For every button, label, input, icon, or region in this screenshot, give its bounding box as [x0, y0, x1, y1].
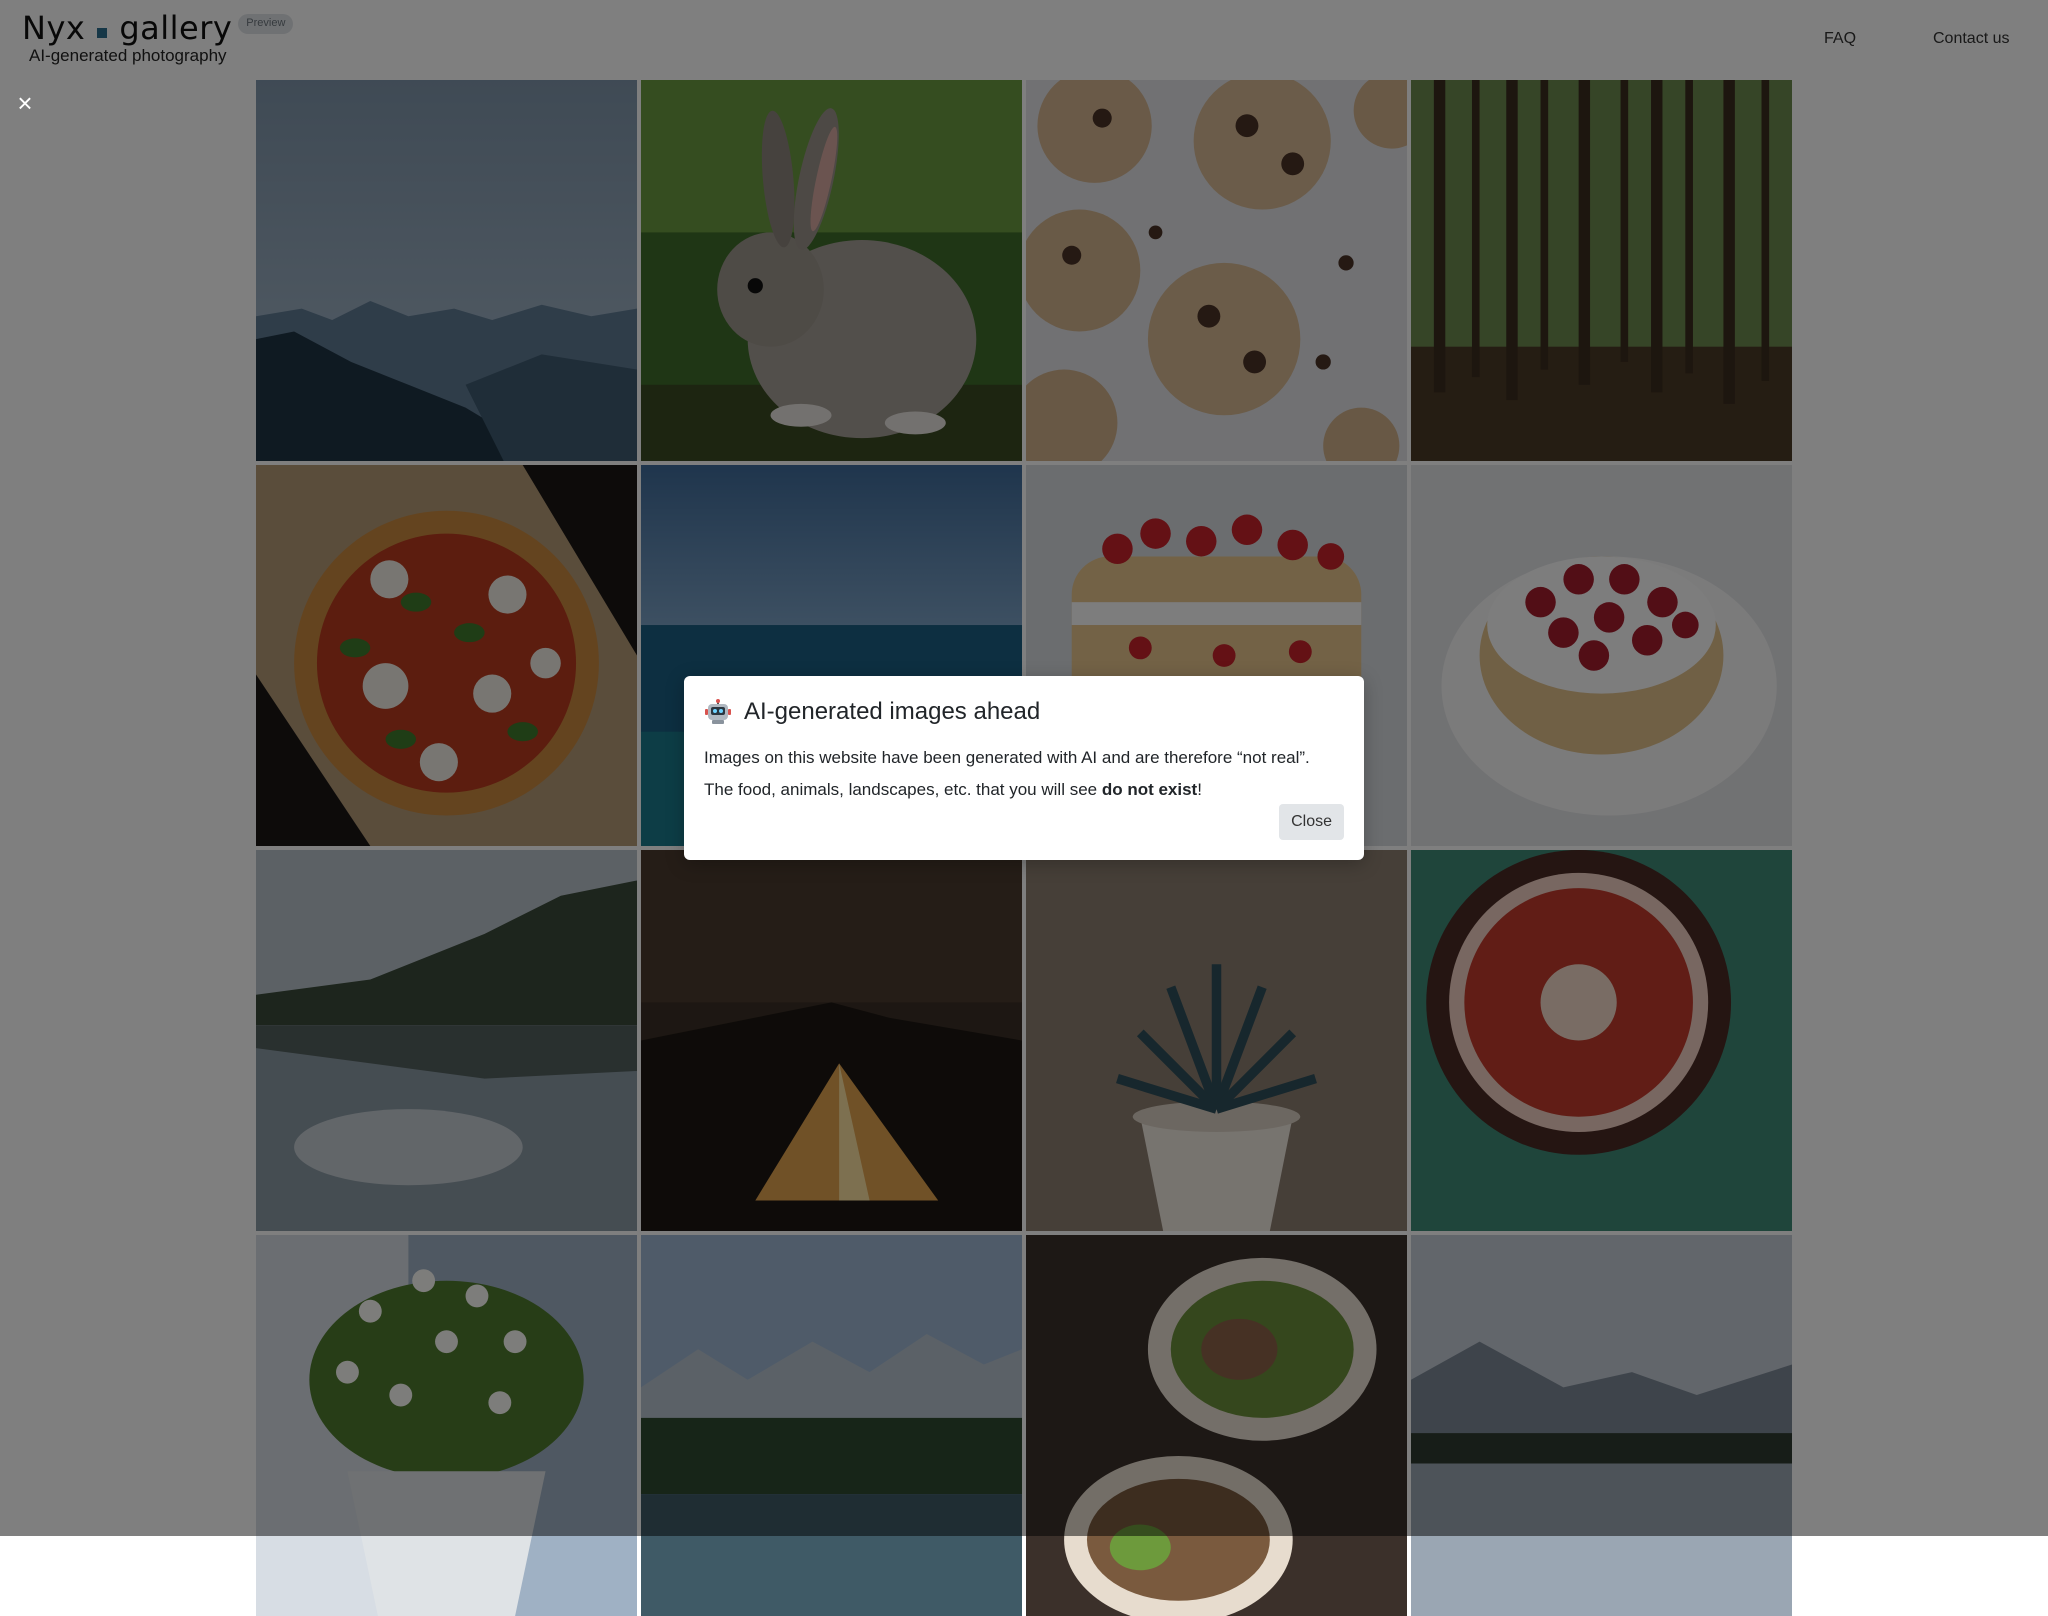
modal-body-line2-suffix: !: [1197, 780, 1202, 799]
robot-icon: [705, 699, 731, 724]
close-icon[interactable]: ×: [12, 90, 38, 116]
modal-title-text: AI-generated images ahead: [744, 698, 1041, 725]
close-button[interactable]: Close: [1279, 804, 1344, 840]
ai-warning-modal: AI-generated images ahead Images on this…: [684, 676, 1364, 860]
modal-title: AI-generated images ahead: [704, 698, 1040, 726]
modal-body: Images on this website have been generat…: [704, 742, 1354, 806]
modal-body-emphasis: do not exist: [1101, 780, 1198, 799]
modal-body-line2-prefix: The food, animals, landscapes, etc. that…: [704, 780, 1102, 799]
modal-body-line2: The food, animals, landscapes, etc. that…: [704, 774, 1354, 806]
modal-body-line1: Images on this website have been generat…: [704, 748, 1310, 767]
